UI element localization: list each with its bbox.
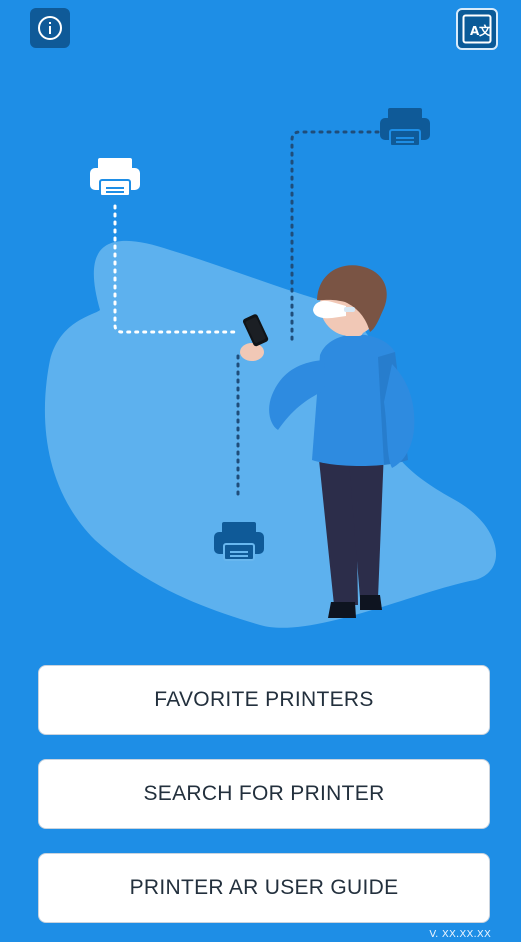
hero-illustration — [44, 108, 497, 628]
app-screen: A 文 FAVORITE PRINTERS SEARCH FOR PRINTER… — [0, 0, 521, 942]
search-for-printer-button[interactable]: SEARCH FOR PRINTER — [38, 759, 490, 829]
favorite-printers-button[interactable]: FAVORITE PRINTERS — [38, 665, 490, 735]
svg-text:文: 文 — [479, 23, 492, 38]
info-icon — [38, 16, 62, 40]
translate-button[interactable]: A 文 — [456, 8, 498, 50]
translate-icon: A 文 — [462, 14, 492, 44]
printer-icon-left — [90, 158, 140, 197]
background-blob — [44, 240, 497, 628]
version-label: V. XX.XX.XX — [429, 929, 491, 940]
printer-icon-top — [380, 108, 430, 147]
printer-ar-user-guide-button[interactable]: PRINTER AR USER GUIDE — [38, 853, 490, 923]
info-button[interactable] — [30, 8, 70, 48]
